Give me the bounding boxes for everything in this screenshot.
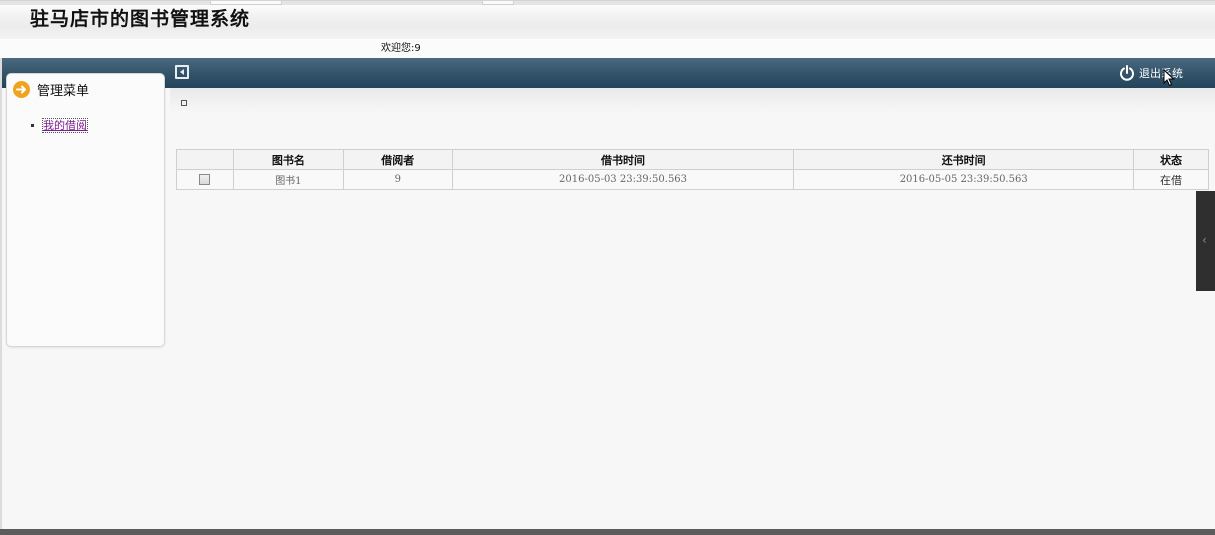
table-header-row: 图书名 借阅者 借书时间 还书时间 状态 (176, 149, 1209, 170)
sidebar: 管理菜单 我的借阅 (6, 73, 165, 347)
logout-label: 退出系统 (1139, 67, 1183, 80)
sidebar-menu: 我的借阅 (31, 117, 88, 133)
borrower-cell: 9 (342, 169, 453, 190)
mouse-cursor-icon (1163, 69, 1175, 87)
book-name-cell: 图书1 (232, 169, 344, 190)
welcome-text: 欢迎您:9 (381, 43, 421, 54)
nav-bar: 退出系统 (0, 58, 1215, 88)
breadcrumb (170, 88, 1215, 114)
chevron-left-icon: ‹ (1202, 233, 1207, 247)
column-header-borrower[interactable]: 借阅者 (342, 149, 453, 170)
browser-tab (482, 1, 514, 5)
row-checkbox[interactable] (199, 174, 211, 185)
sidebar-title: 管理菜单 (37, 83, 90, 99)
top-header: 驻马店市的图书管理系统 欢迎您:9 (0, 0, 1215, 59)
borrow-table: 图书名 借阅者 借书时间 还书时间 状态 图书1 9 2016-05-03 23… (176, 149, 1209, 190)
return-time-cell: 2016-05-05 23:39:50.563 (793, 169, 1135, 190)
square-icon (181, 100, 187, 106)
column-header-return-time[interactable]: 还书时间 (793, 149, 1135, 170)
status-cell: 在借 (1133, 169, 1209, 190)
sidebar-item-my-borrowings: 我的借阅 (31, 117, 88, 133)
side-panel-toggle[interactable]: ‹ (1196, 191, 1215, 291)
column-header-status[interactable]: 状态 (1133, 149, 1209, 170)
power-icon (1120, 65, 1134, 81)
borrow-time-cell: 2016-05-03 23:39:50.563 (451, 169, 795, 190)
app-title: 驻马店市的图书管理系统 (30, 8, 251, 30)
sidebar-header[interactable]: 管理菜单 (7, 74, 164, 104)
table-row[interactable]: 图书1 9 2016-05-03 23:39:50.563 2016-05-05… (176, 169, 1209, 190)
arrow-right-icon (13, 80, 30, 98)
row-select-cell (176, 169, 234, 190)
column-header-select (176, 149, 234, 170)
bottom-bar (0, 529, 1215, 535)
column-header-borrow-time[interactable]: 借书时间 (451, 149, 795, 170)
collapse-sidebar-icon[interactable] (175, 65, 189, 79)
sidebar-link-my-borrowings[interactable]: 我的借阅 (42, 118, 88, 133)
welcome-row (0, 39, 1215, 59)
column-header-book-name[interactable]: 图书名 (232, 149, 344, 170)
left-edge (0, 58, 2, 529)
